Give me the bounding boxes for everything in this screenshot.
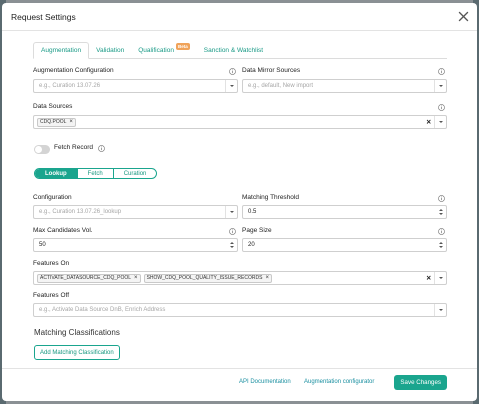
data-mirror-select[interactable]: e.g., default, New import — [242, 79, 447, 93]
chevron-down-icon — [229, 211, 234, 213]
api-documentation-link[interactable]: API Documentation — [239, 379, 291, 385]
info-icon — [438, 68, 445, 75]
placeholder: e.g., Curation 13.07.26_lookup — [39, 209, 122, 215]
tab-sanction-watchlist[interactable]: Sanction & Watchlist — [197, 42, 270, 59]
chevron-up-icon[interactable] — [229, 242, 234, 244]
fetch-record-toggle[interactable] — [34, 145, 50, 154]
chip: SHOW_CDQ_POOL_QUALITY_ISSUE_RECORDS × — [143, 273, 272, 283]
modal-title: Request Settings — [11, 11, 76, 22]
chevron-down-icon[interactable] — [438, 213, 443, 215]
features-off-label: Features Off — [33, 292, 70, 299]
dropdown-toggle[interactable] — [434, 116, 446, 128]
augmentation-config-select[interactable]: e.g., Curation 13.07.26 — [33, 79, 238, 93]
fetch-record-label: Fetch Record — [54, 144, 94, 151]
chevron-down-icon[interactable] — [438, 246, 443, 248]
chip: CDQ.POOL × — [37, 117, 76, 127]
dropdown-toggle[interactable] — [434, 304, 446, 316]
dropdown-toggle[interactable] — [225, 80, 237, 92]
chevron-down-icon — [438, 121, 443, 123]
remove-chip-icon[interactable]: × — [134, 275, 138, 281]
value: 0.5 — [248, 209, 257, 215]
tab-label: Qualification — [138, 47, 174, 54]
placeholder: e.g., Curation 13.07.26 — [39, 83, 101, 89]
dropdown-toggle[interactable] — [434, 272, 446, 284]
clear-icon[interactable]: × — [426, 274, 431, 283]
add-matching-classification-button[interactable]: Add Matching Classification — [34, 345, 120, 360]
beta-badge: Beta — [175, 43, 190, 50]
remove-chip-icon[interactable]: × — [69, 119, 73, 125]
chevron-down-icon — [438, 309, 443, 311]
chevron-down-icon[interactable] — [229, 246, 234, 248]
tab-label: Validation — [96, 47, 125, 54]
chevron-up-icon[interactable] — [438, 242, 443, 244]
page-size-label: Page Size — [242, 227, 272, 234]
augmentation-configurator-link[interactable]: Augmentation configurator — [304, 379, 374, 385]
chevron-down-icon — [229, 85, 234, 87]
value: 50 — [39, 242, 46, 248]
info-icon — [229, 228, 236, 235]
remove-chip-icon[interactable]: × — [265, 275, 269, 281]
augmentation-config-label: Augmentation Configuration — [33, 67, 114, 74]
page-size-input[interactable]: 20 — [242, 238, 447, 252]
close-icon[interactable] — [458, 11, 469, 22]
chevron-down-icon — [438, 85, 443, 87]
number-stepper[interactable] — [437, 207, 444, 217]
data-sources-multiselect[interactable]: CDQ.POOL × × — [33, 115, 447, 129]
tab-validation[interactable]: Validation — [89, 42, 131, 59]
configuration-select[interactable]: e.g., Curation 13.07.26_lookup — [33, 205, 238, 219]
features-on-multiselect[interactable]: ACTIVATE_DATASOURCE_CDQ_POOL × SHOW_CDQ_P… — [33, 271, 447, 285]
matching-threshold-input[interactable]: 0.5 — [242, 205, 447, 219]
chip-label: SHOW_CDQ_POOL_QUALITY_ISSUE_RECORDS — [146, 275, 263, 281]
segment-fetch[interactable]: Fetch — [78, 169, 114, 178]
max-candidates-input[interactable]: 50 — [33, 238, 238, 252]
info-icon — [438, 104, 445, 111]
info-icon — [98, 145, 105, 152]
segment-lookup[interactable]: Lookup — [35, 169, 78, 178]
settings-tabs: Augmentation Validation Qualification Bet… — [33, 42, 447, 59]
request-settings-modal: Request Settings Augmentation Validation… — [2, 3, 477, 401]
tab-qualification[interactable]: Qualification Beta — [131, 42, 197, 59]
info-icon — [438, 228, 445, 235]
info-icon — [438, 195, 445, 202]
matching-threshold-label: Matching Threshold — [242, 194, 299, 201]
chip-label: CDQ.POOL — [40, 119, 67, 125]
segment-curation[interactable]: Curation — [114, 169, 157, 178]
tab-label: Augmentation — [41, 47, 82, 54]
matching-classifications-title: Matching Classifications — [34, 328, 120, 337]
number-stepper[interactable] — [228, 240, 235, 250]
placeholder: e.g., Activate Data Source DnB, Enrich A… — [39, 307, 166, 313]
modal-header: Request Settings — [2, 3, 477, 31]
data-mirror-label: Data Mirror Sources — [242, 67, 301, 74]
chip: ACTIVATE_DATASOURCE_CDQ_POOL × — [37, 273, 141, 283]
configuration-label: Configuration — [33, 194, 72, 201]
clear-icon[interactable]: × — [426, 118, 431, 127]
data-sources-label: Data Sources — [33, 103, 73, 110]
save-changes-button[interactable]: Save Changes — [394, 375, 447, 390]
dropdown-toggle[interactable] — [225, 206, 237, 218]
chevron-up-icon[interactable] — [438, 209, 443, 211]
info-icon — [229, 68, 236, 75]
features-off-select[interactable]: e.g., Activate Data Source DnB, Enrich A… — [33, 303, 447, 317]
dropdown-toggle[interactable] — [434, 80, 446, 92]
chip-label: ACTIVATE_DATASOURCE_CDQ_POOL — [40, 275, 132, 281]
chevron-down-icon — [438, 277, 443, 279]
mode-segmented-control: Lookup Fetch Curation — [34, 168, 158, 179]
number-stepper[interactable] — [437, 240, 444, 250]
tab-label: Sanction & Watchlist — [203, 47, 264, 54]
features-on-label: Features On — [33, 260, 70, 267]
value: 20 — [248, 242, 255, 248]
tab-augmentation[interactable]: Augmentation — [33, 42, 90, 59]
max-candidates-label: Max Candidates Vol. — [33, 227, 93, 234]
placeholder: e.g., default, New import — [248, 83, 314, 89]
